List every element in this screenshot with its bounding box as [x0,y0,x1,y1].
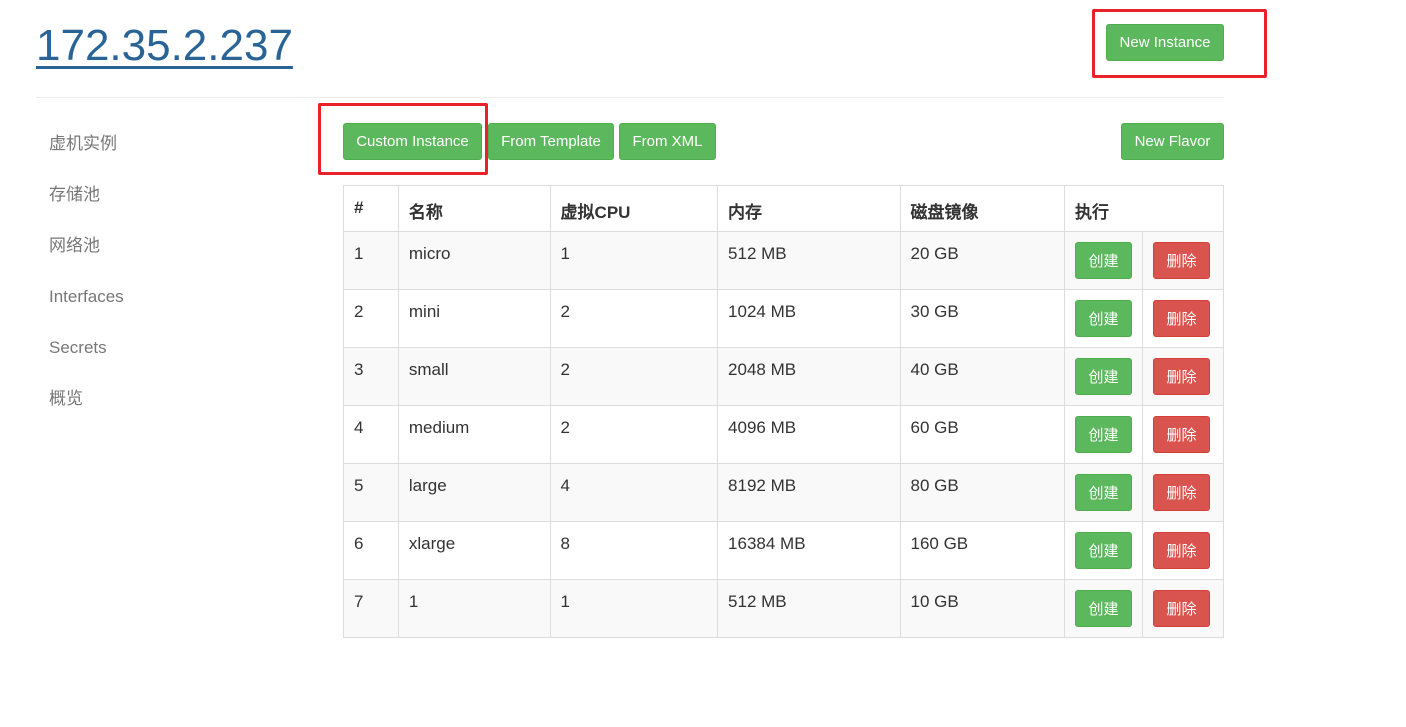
cell-name: xlarge [397,521,551,580]
cell-vcpu: 2 [549,347,719,406]
cell-number: 7 [343,579,399,638]
cell-vcpu: 1 [549,231,719,290]
cell-disk: 10 GB [899,579,1065,638]
cell-name: mini [397,289,551,348]
cell-create-action: 创建 [1063,347,1143,406]
cell-memory: 4096 MB [717,405,901,464]
sidebar-item-overview[interactable]: 概览 [49,385,124,436]
create-button[interactable]: 创建 [1074,532,1132,569]
cell-number: 3 [343,347,399,406]
cell-memory: 1024 MB [717,289,901,348]
cell-delete-action: 删除 [1141,463,1225,522]
cell-number: 4 [343,405,399,464]
cell-delete-action: 删除 [1141,521,1225,580]
table-row: 3 small 2 2048 MB 40 GB 创建 删除 [343,347,1225,406]
column-header-number: # [343,185,399,232]
cell-name: micro [397,231,551,290]
sidebar-nav: 虚机实例 存储池 网络池 Interfaces Secrets 概览 [49,130,124,436]
cell-number: 5 [343,463,399,522]
delete-button[interactable]: 删除 [1152,300,1210,337]
delete-button[interactable]: 删除 [1152,242,1210,279]
cell-number: 1 [343,231,399,290]
cell-memory: 16384 MB [717,521,901,580]
custom-instance-button[interactable]: Custom Instance [343,123,482,160]
column-header-actions: 执行 [1063,185,1225,232]
delete-button[interactable]: 删除 [1152,590,1210,627]
header-divider [36,97,1224,98]
sidebar-item-secrets[interactable]: Secrets [49,334,124,385]
cell-memory: 512 MB [717,579,901,638]
from-template-button[interactable]: From Template [488,123,614,160]
create-button[interactable]: 创建 [1074,242,1132,279]
from-xml-button[interactable]: From XML [619,123,716,160]
cell-memory: 8192 MB [717,463,901,522]
cell-vcpu: 4 [549,463,719,522]
cell-create-action: 创建 [1063,521,1143,580]
delete-button[interactable]: 删除 [1152,474,1210,511]
cell-disk: 40 GB [899,347,1065,406]
cell-delete-action: 删除 [1141,231,1225,290]
cell-name: medium [397,405,551,464]
column-header-name: 名称 [397,185,551,232]
cell-memory: 512 MB [717,231,901,290]
create-button[interactable]: 创建 [1074,474,1132,511]
table-header-row: # 名称 虚拟CPU 内存 磁盘镜像 执行 [343,185,1225,232]
delete-button[interactable]: 删除 [1152,532,1210,569]
new-instance-button[interactable]: New Instance [1106,24,1224,61]
sidebar-item-storage-pools[interactable]: 存储池 [49,181,124,232]
cell-name: small [397,347,551,406]
cell-name: large [397,463,551,522]
create-button[interactable]: 创建 [1074,590,1132,627]
cell-create-action: 创建 [1063,405,1143,464]
column-header-memory: 内存 [717,185,901,232]
new-flavor-button[interactable]: New Flavor [1121,123,1224,160]
table-row: 1 micro 1 512 MB 20 GB 创建 删除 [343,231,1225,290]
sidebar-item-network-pools[interactable]: 网络池 [49,232,124,283]
cell-create-action: 创建 [1063,463,1143,522]
delete-button[interactable]: 删除 [1152,358,1210,395]
cell-disk: 20 GB [899,231,1065,290]
cell-delete-action: 删除 [1141,405,1225,464]
cell-delete-action: 删除 [1141,347,1225,406]
sidebar-item-interfaces[interactable]: Interfaces [49,283,124,334]
delete-button[interactable]: 删除 [1152,416,1210,453]
create-button[interactable]: 创建 [1074,416,1132,453]
cell-disk: 80 GB [899,463,1065,522]
cell-number: 2 [343,289,399,348]
cell-vcpu: 1 [549,579,719,638]
table-row: 7 1 1 512 MB 10 GB 创建 删除 [343,579,1225,638]
cell-create-action: 创建 [1063,289,1143,348]
sidebar-item-instances[interactable]: 虚机实例 [49,130,124,181]
cell-vcpu: 8 [549,521,719,580]
column-header-vcpu: 虚拟CPU [549,185,719,232]
cell-name: 1 [397,579,551,638]
create-button[interactable]: 创建 [1074,358,1132,395]
cell-disk: 30 GB [899,289,1065,348]
host-title-link[interactable]: 172.35.2.237 [36,18,293,74]
flavors-table: # 名称 虚拟CPU 内存 磁盘镜像 执行 1 micro 1 512 MB 20 GB… [343,185,1225,638]
table-row: 2 mini 2 1024 MB 30 GB 创建 删除 [343,289,1225,348]
table-row: 4 medium 2 4096 MB 60 GB 创建 删除 [343,405,1225,464]
cell-number: 6 [343,521,399,580]
table-row: 6 xlarge 8 16384 MB 160 GB 创建 删除 [343,521,1225,580]
table-row: 5 large 4 8192 MB 80 GB 创建 删除 [343,463,1225,522]
cell-memory: 2048 MB [717,347,901,406]
create-button[interactable]: 创建 [1074,300,1132,337]
cell-delete-action: 删除 [1141,289,1225,348]
cell-delete-action: 删除 [1141,579,1225,638]
cell-create-action: 创建 [1063,231,1143,290]
cell-vcpu: 2 [549,289,719,348]
cell-disk: 60 GB [899,405,1065,464]
cell-create-action: 创建 [1063,579,1143,638]
cell-vcpu: 2 [549,405,719,464]
cell-disk: 160 GB [899,521,1065,580]
column-header-disk: 磁盘镜像 [899,185,1065,232]
